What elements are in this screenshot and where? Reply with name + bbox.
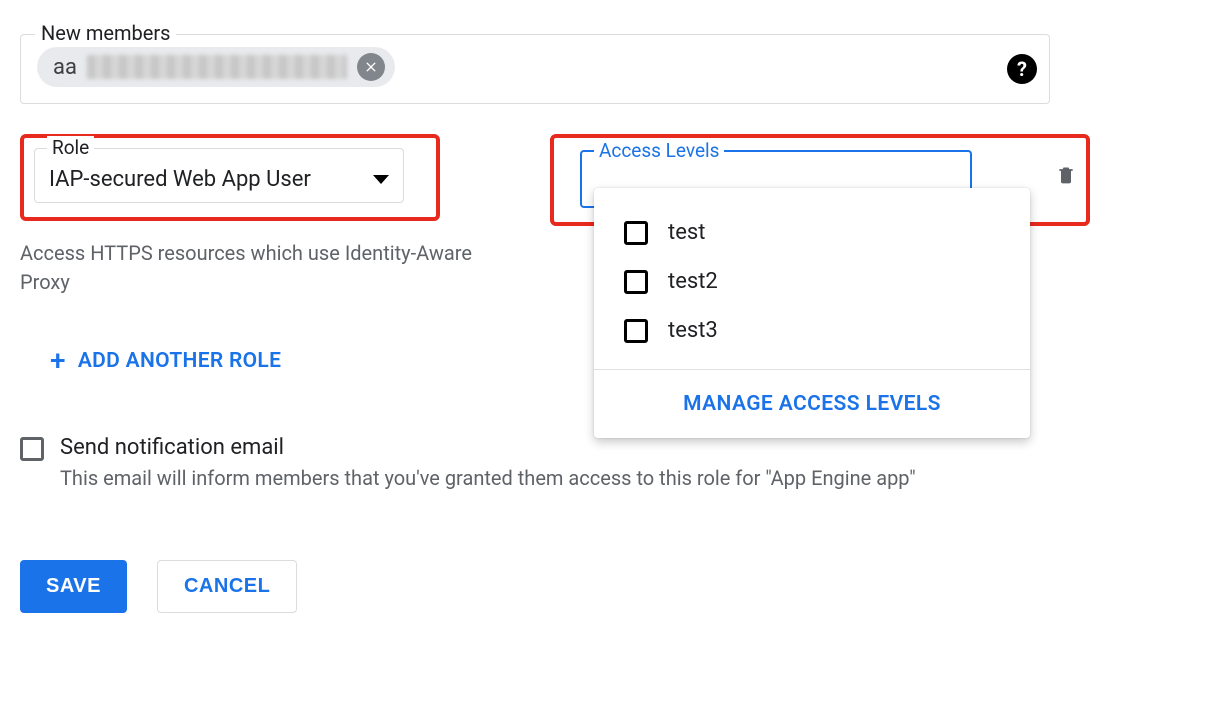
delete-access-button[interactable] (1056, 164, 1076, 190)
checkbox-icon[interactable] (624, 270, 648, 294)
access-option-label: test2 (668, 269, 718, 294)
access-option-label: test3 (668, 318, 718, 343)
new-members-field[interactable]: New members aa ? (20, 34, 1050, 104)
send-notification-description: This email will inform members that you'… (60, 466, 916, 490)
checkbox-icon[interactable] (624, 319, 648, 343)
new-members-legend: New members (35, 21, 176, 45)
manage-access-levels-button[interactable]: MANAGE ACCESS LEVELS (594, 370, 1030, 438)
role-field-label: Role (47, 136, 94, 159)
plus-icon: + (50, 347, 66, 375)
member-chip: aa (37, 47, 395, 87)
help-icon: ? (1017, 57, 1027, 81)
access-levels-label: Access Levels (594, 139, 724, 162)
role-select[interactable]: IAP-secured Web App User (49, 167, 389, 192)
caret-down-icon (373, 175, 389, 184)
role-selected-value: IAP-secured Web App User (49, 167, 311, 192)
access-levels-dropdown: test test2 test3 MANAGE ACCESS LEVELS (594, 188, 1030, 438)
send-notification-label: Send notification email (60, 435, 916, 460)
member-chip-redacted (87, 55, 347, 79)
help-button[interactable]: ? (1007, 54, 1037, 84)
add-another-role-label: ADD ANOTHER ROLE (78, 349, 281, 373)
checkbox-icon[interactable] (624, 221, 648, 245)
access-option-test3[interactable]: test3 (594, 306, 1030, 355)
access-levels-highlight: Access Levels test test2 test3 MANAGE AC… (550, 134, 1090, 226)
add-another-role-button[interactable]: + ADD ANOTHER ROLE (50, 347, 281, 375)
access-option-test[interactable]: test (594, 208, 1030, 257)
access-option-label: test (668, 220, 705, 245)
role-highlight: Role IAP-secured Web App User (20, 134, 440, 221)
send-notification-checkbox[interactable] (20, 437, 44, 461)
close-icon (363, 59, 379, 75)
member-chip-remove[interactable] (357, 53, 385, 81)
save-button[interactable]: SAVE (20, 560, 127, 613)
role-description: Access HTTPS resources which use Identit… (20, 239, 490, 297)
member-chip-prefix: aa (53, 55, 77, 80)
access-option-test2[interactable]: test2 (594, 257, 1030, 306)
cancel-button[interactable]: CANCEL (157, 560, 297, 613)
trash-icon (1056, 164, 1076, 186)
role-field: Role IAP-secured Web App User (34, 148, 404, 203)
